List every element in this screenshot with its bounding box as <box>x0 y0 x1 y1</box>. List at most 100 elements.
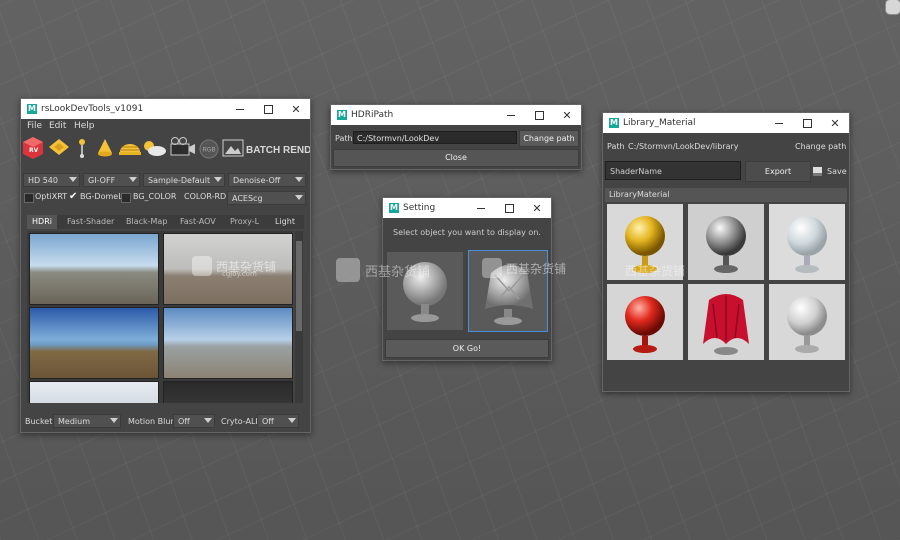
maximize-icon <box>534 110 544 120</box>
setting-titlebar[interactable]: M Setting ✕ <box>383 198 551 218</box>
hdri-thumb[interactable] <box>29 381 159 403</box>
resolution-value: HD 540 <box>28 176 58 185</box>
menu-edit[interactable]: Edit <box>49 121 66 131</box>
bucket-label: Bucket <box>25 417 53 426</box>
diamond-icon[interactable] <box>49 139 69 155</box>
colorspace-select[interactable]: ACEScg <box>227 191 306 205</box>
ok-go-button[interactable]: OK Go! <box>385 339 549 358</box>
hdri-thumb[interactable] <box>29 233 159 305</box>
maximize-button[interactable] <box>525 105 553 125</box>
menu-help[interactable]: Help <box>74 121 95 131</box>
material-swatch-red-cloth[interactable] <box>688 284 764 360</box>
dome-light-icon[interactable] <box>119 144 141 155</box>
bgdome-label: BG-DomeL <box>80 192 123 201</box>
minimize-button[interactable] <box>467 198 495 218</box>
close-icon: ✕ <box>532 201 542 215</box>
cryto-value: Off <box>262 417 274 426</box>
colorspace-value: ACEScg <box>232 194 263 203</box>
material-swatches <box>607 204 845 360</box>
export-button[interactable]: Export <box>745 161 811 182</box>
material-swatch-red-plastic[interactable] <box>607 284 683 360</box>
tab-fast-aov[interactable]: Fast-AOV <box>180 215 216 229</box>
gi-select[interactable]: GI-OFF <box>83 173 140 187</box>
close-dialog-button[interactable]: Close <box>333 149 579 167</box>
save-button[interactable]: Save <box>813 163 847 179</box>
bgcolor-checkbox[interactable] <box>121 193 131 203</box>
minimize-icon <box>775 122 783 124</box>
maximize-button[interactable] <box>254 99 282 119</box>
maya-m-icon: M <box>337 110 347 120</box>
batch-render-icon[interactable]: BATCH RENDER <box>222 139 326 157</box>
hdri-path-window: M HDRiPath ✕ Path C:/Stormvn/LookDev Cha… <box>330 104 582 170</box>
material-swatch-silver[interactable] <box>769 284 845 360</box>
camera-icon[interactable] <box>170 137 195 156</box>
watermark-text: 西基杂货铺 <box>506 261 567 276</box>
material-swatch-chrome[interactable] <box>688 204 764 280</box>
library-path: C:/Stormvn/LookDev/library <box>628 142 739 151</box>
hdri-titlebar[interactable]: M HDRiPath ✕ <box>331 105 581 125</box>
tab-light[interactable]: Light <box>275 215 295 229</box>
viewport-corner-icon[interactable] <box>886 0 900 14</box>
tab-bar: HDRi Fast-Shader Black-Map Fast-AOV Prox… <box>27 215 304 229</box>
close-button[interactable]: ✕ <box>553 105 581 125</box>
bucket-value: Medium <box>58 417 90 426</box>
toolbar-icons: RGB BATCH RENDER <box>23 137 326 159</box>
maximize-icon <box>504 203 514 213</box>
close-button[interactable]: ✕ <box>282 99 310 119</box>
scrollbar-thumb[interactable] <box>296 241 302 331</box>
lookdev-titlebar[interactable]: M rsLookDevTools_v1091 ✕ <box>21 99 310 119</box>
library-section-header: LibraryMaterial <box>605 188 847 202</box>
close-button[interactable]: ✕ <box>821 113 849 133</box>
path-field[interactable]: C:/Stormvn/LookDev <box>353 131 517 144</box>
minimize-button[interactable] <box>497 105 525 125</box>
material-grid <box>605 204 847 368</box>
hdri-thumb[interactable] <box>163 381 293 403</box>
optix-checkbox[interactable] <box>24 193 34 203</box>
close-icon: ✕ <box>830 116 840 130</box>
sample-select[interactable]: Sample-Default <box>143 173 225 187</box>
minimize-icon <box>507 114 515 116</box>
close-button[interactable]: ✕ <box>523 198 551 218</box>
maximize-button[interactable] <box>793 113 821 133</box>
bucket-select[interactable]: Medium <box>53 414 121 428</box>
resolution-select[interactable]: HD 540 <box>23 173 80 187</box>
tab-hdri[interactable]: HDRi <box>27 215 57 229</box>
key-light-icon[interactable] <box>79 139 85 158</box>
tab-proxy-l[interactable]: Proxy-L <box>230 215 259 229</box>
cryto-select[interactable]: Off <box>257 414 299 428</box>
shader-name-input[interactable]: ShaderName <box>605 161 741 180</box>
window-title: Library_Material <box>623 118 696 128</box>
rgb-icon[interactable]: RGB <box>199 139 219 159</box>
minimize-button[interactable] <box>765 113 793 133</box>
hdri-thumb[interactable] <box>29 307 159 379</box>
chevron-down-icon <box>288 418 296 423</box>
rv-label: RV <box>29 147 39 154</box>
tab-black-map[interactable]: Black-Map <box>126 215 167 229</box>
watermark-text: 西基杂货铺 <box>625 264 686 278</box>
minimize-icon <box>236 108 244 110</box>
watermark-text: 西基杂货铺 <box>365 264 431 280</box>
change-path-button[interactable]: Change path <box>795 142 846 151</box>
path-label: Path <box>335 134 353 143</box>
minimize-button[interactable] <box>226 99 254 119</box>
watermark-logo-icon <box>336 258 360 282</box>
gi-value: GI-OFF <box>88 176 116 185</box>
material-swatch-glass[interactable] <box>769 204 845 280</box>
watermark-logo-icon <box>192 256 212 276</box>
maximize-button[interactable] <box>495 198 523 218</box>
maya-m-icon: M <box>389 203 399 213</box>
change-path-button[interactable]: Change path <box>519 130 579 147</box>
cone-light-icon[interactable] <box>98 139 112 157</box>
denoise-select[interactable]: Denoise-Off <box>228 173 306 187</box>
sun-cloud-icon[interactable] <box>144 141 166 156</box>
maximize-icon <box>802 118 812 128</box>
library-titlebar[interactable]: M Library_Material ✕ <box>603 113 849 133</box>
hdri-scrollbar[interactable] <box>295 231 303 403</box>
menu-file[interactable]: File <box>27 121 42 131</box>
optix-label: OptiXRT <box>35 192 68 201</box>
minimize-icon <box>477 207 485 209</box>
motion-select[interactable]: Off <box>173 414 215 428</box>
bgdome-checkbox[interactable]: ✔ <box>69 191 77 202</box>
hdri-thumb[interactable] <box>163 307 293 379</box>
tab-fast-shader[interactable]: Fast-Shader <box>67 215 114 229</box>
